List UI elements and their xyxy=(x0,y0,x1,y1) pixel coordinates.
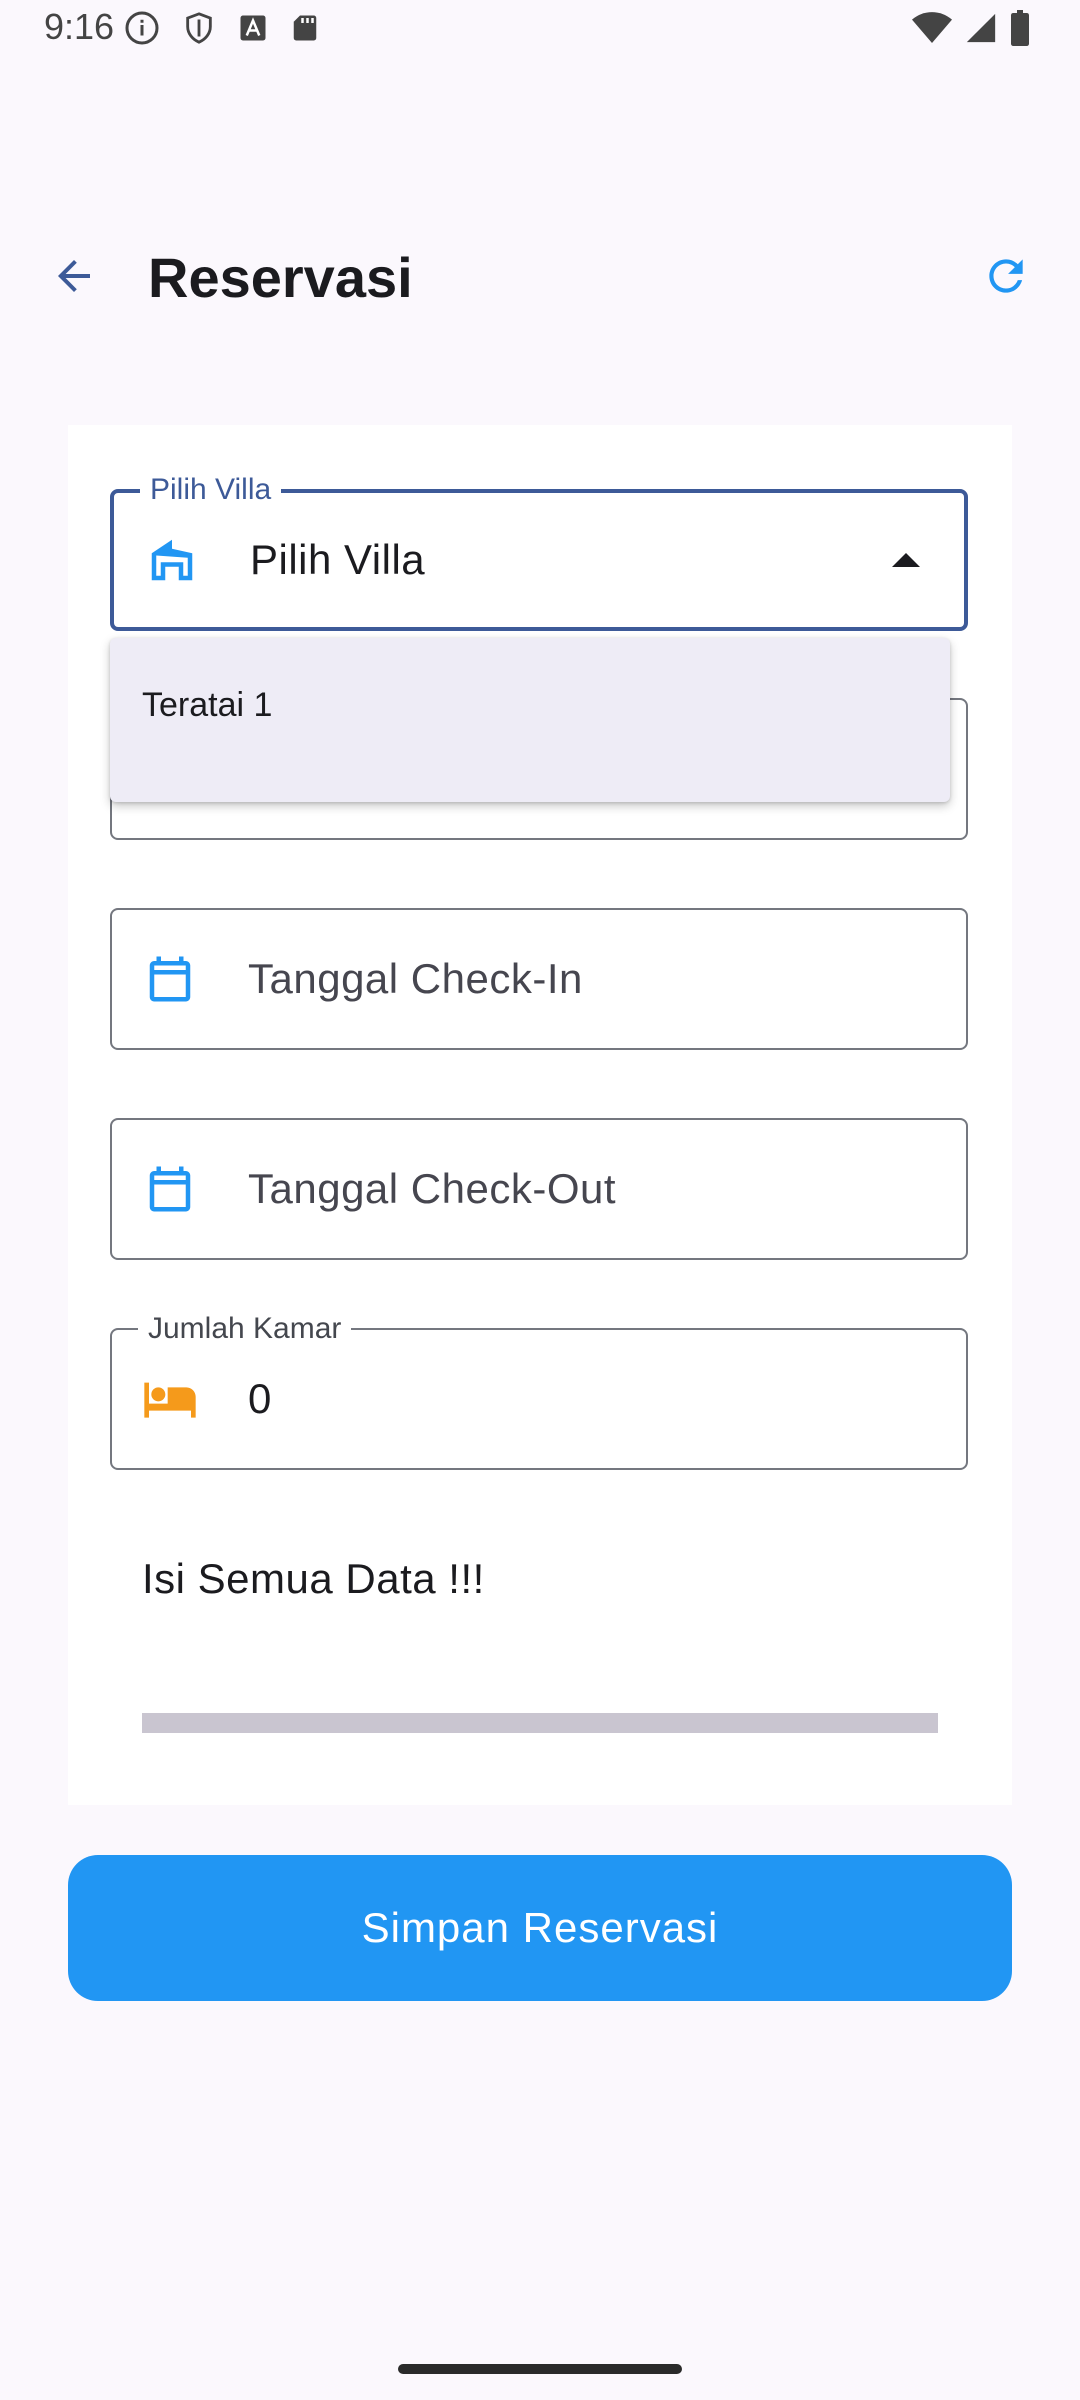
check-out-placeholder: Tanggal Check-Out xyxy=(248,1165,617,1212)
back-button[interactable] xyxy=(38,242,110,314)
status-time: 9:16 xyxy=(44,6,115,47)
calendar-icon xyxy=(142,1161,198,1217)
rooms-field[interactable]: Jumlah Kamar 0 xyxy=(110,1311,968,1470)
home-indicator[interactable] xyxy=(398,2364,682,2374)
caret-up-icon[interactable] xyxy=(892,553,920,567)
save-reservation-button[interactable]: Simpan Reservasi xyxy=(68,1855,1012,2001)
font-icon xyxy=(238,13,268,43)
shield-icon xyxy=(182,10,216,46)
progress-bar xyxy=(142,1713,938,1733)
sd-card-icon xyxy=(290,11,320,45)
wifi-icon xyxy=(912,11,952,45)
rooms-field-label: Jumlah Kamar xyxy=(138,1311,352,1347)
check-in-placeholder: Tanggal Check-In xyxy=(248,955,583,1002)
villa-dropdown-menu: Teratai 1 xyxy=(110,638,950,802)
villa-dropdown[interactable]: Pilih Villa Pilih Villa xyxy=(110,472,968,631)
calendar-icon xyxy=(142,951,198,1007)
battery-icon xyxy=(1010,10,1030,46)
page-title: Reservasi xyxy=(148,246,413,309)
validation-message: Isi Semua Data !!! xyxy=(142,1555,485,1602)
villa-dropdown-value: Pilih Villa xyxy=(250,536,426,583)
signal-icon xyxy=(964,11,998,45)
bed-icon xyxy=(142,1371,198,1427)
app-bar: Reservasi xyxy=(0,220,1080,332)
check-out-field[interactable]: Tanggal Check-Out xyxy=(110,1118,968,1260)
rooms-value: 0 xyxy=(248,1375,272,1422)
save-reservation-label: Simpan Reservasi xyxy=(361,1904,719,1951)
refresh-button[interactable] xyxy=(970,242,1042,314)
info-icon xyxy=(124,10,160,46)
villa-icon xyxy=(144,532,200,588)
villa-option[interactable]: Teratai 1 xyxy=(142,686,272,725)
status-bar: 9:16 xyxy=(0,0,1080,64)
arrow-back-icon xyxy=(50,252,98,305)
villa-dropdown-label: Pilih Villa xyxy=(140,472,282,508)
check-in-field[interactable]: Tanggal Check-In xyxy=(110,908,968,1050)
refresh-icon xyxy=(981,251,1031,306)
